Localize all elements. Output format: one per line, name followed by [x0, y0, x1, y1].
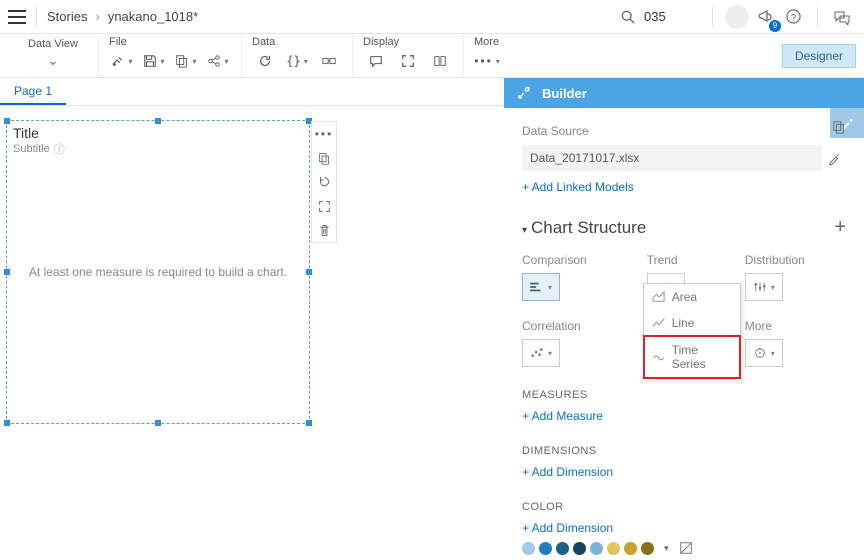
measures-heading: MEASURES	[522, 389, 846, 401]
chart-refresh-button[interactable]	[312, 170, 336, 194]
code-button[interactable]: {}▾	[284, 50, 310, 72]
divider	[36, 7, 37, 27]
svg-text:?: ?	[790, 12, 795, 22]
chevron-down-icon: ⌄	[18, 52, 88, 69]
breadcrumb-root[interactable]: Stories	[47, 9, 87, 24]
collapse-icon[interactable]: ▾	[522, 225, 527, 236]
data-source-label: Data Source	[522, 124, 846, 138]
color-swatch[interactable]	[641, 542, 654, 555]
add-chart-button[interactable]: +	[834, 216, 846, 239]
color-swatch[interactable]	[522, 542, 535, 555]
tools-icon	[516, 85, 532, 101]
category-distribution: Distribution	[745, 253, 805, 267]
chart-fullscreen-button[interactable]	[312, 194, 336, 218]
info-icon[interactable]: ⓘ	[54, 141, 65, 157]
breadcrumb-current[interactable]: ynakano_1018*	[108, 9, 198, 24]
category-trend: Trend	[647, 253, 685, 267]
more-button[interactable]: •••▾	[474, 50, 500, 72]
color-swatch[interactable]	[590, 542, 603, 555]
duplicate-icon[interactable]	[832, 120, 846, 134]
divider	[712, 7, 713, 27]
chartpick-more[interactable]: ▾	[745, 339, 783, 367]
save-button[interactable]: ▾	[141, 50, 167, 72]
chart-copy-button[interactable]	[312, 146, 336, 170]
trend-dropdown-menu: Area Line Time Series	[643, 283, 741, 379]
chartpick-distribution[interactable]: ▾	[745, 273, 783, 301]
category-correlation: Correlation	[522, 319, 587, 333]
chartpick-comparison[interactable]: ▾	[522, 273, 560, 301]
add-dimension[interactable]: + Add Dimension	[522, 465, 613, 479]
hamburger-menu[interactable]	[8, 8, 26, 26]
category-more: More	[745, 319, 805, 333]
group-label-data: Data	[252, 36, 342, 48]
add-color-dimension[interactable]: + Add Dimension	[522, 521, 613, 535]
announcement-icon[interactable]: 9	[751, 4, 779, 30]
chevron-right-icon: ›	[95, 9, 99, 24]
color-swatch[interactable]	[556, 542, 569, 555]
data-view-toggle[interactable]: Data View ⌄	[18, 36, 88, 69]
category-comparison: Comparison	[522, 253, 587, 267]
dimensions-heading: DIMENSIONS	[522, 445, 846, 457]
color-swatch[interactable]	[573, 542, 586, 555]
comment-button[interactable]	[363, 50, 389, 72]
edit-datasource-icon[interactable]	[822, 144, 846, 172]
chartpick-correlation[interactable]: ▾	[522, 339, 560, 367]
chart-delete-button[interactable]	[312, 218, 336, 242]
designer-button[interactable]: Designer	[782, 44, 856, 68]
color-heading: COLOR	[522, 501, 846, 513]
color-swatch[interactable]	[607, 542, 620, 555]
fullscreen-button[interactable]	[395, 50, 421, 72]
no-color-icon[interactable]	[679, 541, 693, 555]
avatar[interactable]	[723, 4, 751, 30]
chart-empty-message: At least one measure is required to buil…	[22, 265, 294, 279]
color-swatch-row[interactable]: ▾	[522, 541, 846, 555]
chart-structure-title: Chart Structure	[531, 218, 646, 237]
builder-header: Builder	[504, 78, 864, 108]
trend-option-area[interactable]: Area	[644, 284, 740, 310]
builder-title: Builder	[542, 86, 587, 101]
link-data-button[interactable]	[316, 50, 342, 72]
trend-option-time-series[interactable]: Time Series	[643, 335, 741, 379]
color-swatch[interactable]	[624, 542, 637, 555]
preferences-button[interactable]: ▾	[109, 50, 135, 72]
copy-button[interactable]: ▾	[173, 50, 199, 72]
search-input[interactable]	[642, 7, 702, 26]
chart-more-button[interactable]: •••	[312, 122, 336, 146]
share-button[interactable]: ▾	[205, 50, 231, 72]
refresh-button[interactable]	[252, 50, 278, 72]
help-icon[interactable]: ?	[779, 4, 807, 30]
group-label-display: Display	[363, 36, 453, 48]
add-measure[interactable]: + Add Measure	[522, 409, 603, 423]
group-label-file: File	[109, 36, 231, 48]
add-linked-models[interactable]: + Add Linked Models	[522, 180, 634, 194]
trend-option-line[interactable]: Line	[644, 310, 740, 336]
color-swatch[interactable]	[539, 542, 552, 555]
chart-title[interactable]: Title	[7, 121, 309, 141]
search-icon[interactable]	[614, 4, 642, 30]
divider	[817, 7, 818, 27]
chevron-down-icon[interactable]: ▾	[664, 543, 669, 554]
tab-page-1[interactable]: Page 1	[0, 78, 66, 105]
layout-button[interactable]	[427, 50, 453, 72]
discussion-icon[interactable]	[828, 4, 856, 30]
data-source-name: Data_20171017.xlsx	[522, 145, 822, 171]
group-label-more: More	[474, 36, 500, 48]
chart-widget[interactable]: Title Subtitle ⓘ At least one measure is…	[6, 120, 310, 424]
chart-subtitle[interactable]: Subtitle	[13, 143, 50, 155]
